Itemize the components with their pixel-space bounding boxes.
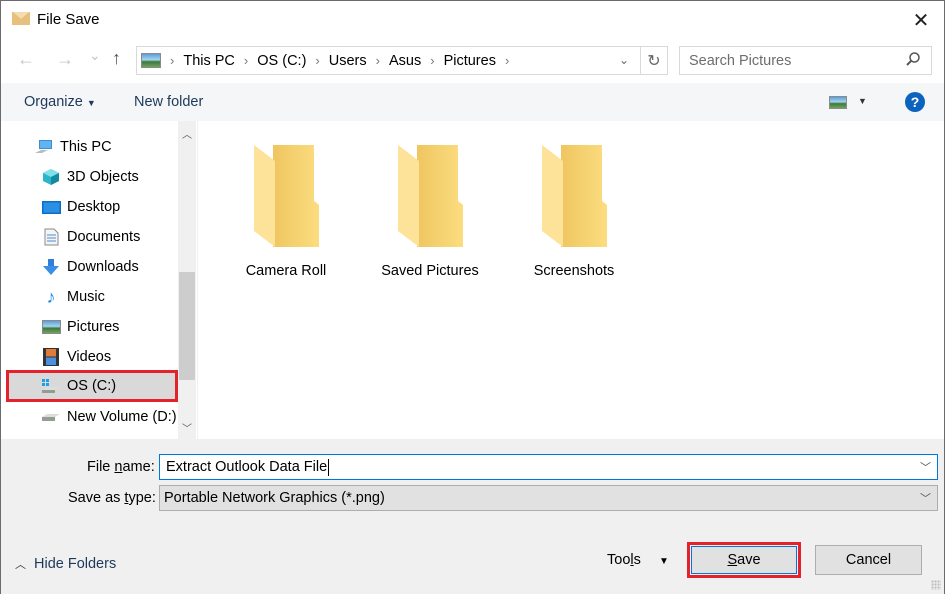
sidebar-item-label: Documents	[67, 229, 141, 245]
breadcrumb-separator[interactable]: ›	[505, 53, 509, 68]
breadcrumb-separator[interactable]: ›	[244, 53, 248, 68]
sidebar-item-3d-objects[interactable]: 3D Objects	[1, 162, 178, 192]
envelope-icon	[12, 12, 30, 25]
save-as-type-value: Portable Network Graphics (*.png)	[164, 490, 385, 506]
music-note-icon: ♪	[46, 286, 56, 307]
breadcrumb-separator[interactable]: ›	[315, 53, 319, 68]
sidebar-item-pictures[interactable]: Pictures	[1, 312, 178, 342]
organize-caret-icon: ▼	[86, 98, 96, 108]
navigation-pane: This PC 3D Objects Desktop Documents Dow…	[1, 121, 178, 439]
sidebar-item-os-c[interactable]: OS (C:)	[6, 370, 178, 402]
folder-icon	[542, 145, 607, 247]
search-input[interactable]: Search Pictures	[679, 46, 932, 75]
pictures-location-icon	[141, 53, 161, 68]
breadcrumb-asus[interactable]: Asus	[389, 53, 421, 69]
sidebar-item-videos[interactable]: Videos	[1, 342, 178, 372]
folder-label: Screenshots	[533, 263, 615, 279]
breadcrumb-separator[interactable]: ›	[376, 53, 380, 68]
sidebar-item-downloads[interactable]: Downloads	[1, 252, 178, 282]
sidebar-item-label: New Volume (D:)	[67, 409, 177, 425]
scroll-up-icon[interactable]: ︿	[178, 124, 196, 142]
cancel-button[interactable]: Cancel	[815, 545, 922, 575]
file-name-value[interactable]: Extract Outlook Data File	[166, 459, 327, 475]
sidebar-item-this-pc[interactable]: This PC	[1, 132, 178, 162]
tools-button[interactable]: Tools	[607, 552, 641, 568]
file-name-input[interactable]: Extract Outlook Data File ﹀	[159, 454, 938, 480]
breadcrumb-separator[interactable]: ›	[430, 53, 434, 68]
resize-grip[interactable]	[931, 580, 941, 590]
search-icon[interactable]	[905, 51, 921, 71]
folder-label: Saved Pictures	[381, 263, 479, 279]
windows-drive-icon	[41, 377, 61, 395]
sidebar-item-new-volume-d[interactable]: New Volume (D:)	[1, 402, 178, 432]
new-folder-button[interactable]: New folder	[134, 94, 203, 110]
film-strip-icon	[41, 348, 61, 366]
folder-icon	[398, 145, 463, 247]
view-options-caret-icon[interactable]: ▼	[858, 96, 867, 106]
folder-icon	[254, 145, 319, 247]
folder-item-saved-pictures[interactable]: Saved Pictures	[365, 143, 495, 279]
documents-icon	[41, 228, 61, 246]
sidebar-item-label: Pictures	[67, 319, 120, 335]
save-as-type-label: Save as type:	[68, 490, 156, 506]
breadcrumb-users[interactable]: Users	[329, 53, 367, 69]
download-arrow-icon	[41, 258, 61, 276]
hide-folders-label: Hide Folders	[34, 556, 117, 572]
save-button[interactable]: Save	[687, 542, 801, 578]
command-bar: Organize ▼ New folder ▼	[1, 83, 944, 121]
forward-arrow-icon[interactable]: →	[56, 49, 74, 70]
address-bar[interactable]: › This PC › OS (C:) › Users › Asus › Pic…	[136, 46, 668, 75]
address-dropdown-icon[interactable]: ⌄	[619, 53, 629, 67]
pictures-icon	[41, 318, 61, 336]
scrollbar-thumb[interactable]	[179, 272, 195, 380]
title-bar: File Save ✕	[1, 1, 944, 39]
save-as-type-dropdown-icon[interactable]: ﹀	[920, 490, 931, 506]
breadcrumb-this-pc[interactable]: This PC	[183, 53, 235, 69]
refresh-icon[interactable]: ↻	[640, 47, 667, 74]
sidebar-item-documents[interactable]: Documents	[1, 222, 178, 252]
sidebar-item-desktop[interactable]: Desktop	[1, 192, 178, 222]
folder-item-camera-roll[interactable]: Camera Roll	[221, 143, 351, 279]
sidebar-item-label: Videos	[67, 349, 112, 365]
recent-locations-icon[interactable]: ⌄	[89, 47, 101, 64]
close-button[interactable]: ✕	[898, 1, 944, 39]
help-button[interactable]: ?	[905, 92, 925, 112]
hide-folders-button[interactable]: ︿ Hide Folders	[15, 556, 116, 572]
sidebar-item-label: OS (C:)	[67, 378, 117, 394]
sidebar-scrollbar[interactable]: ︿ ﹀	[178, 121, 196, 439]
sidebar-item-label: This PC	[60, 139, 112, 155]
file-save-dialog: File Save ✕ ← → ⌄ ↑ › This PC › OS (C:) …	[0, 0, 945, 594]
window-title: File Save	[37, 11, 100, 28]
scroll-down-icon[interactable]: ﹀	[178, 418, 196, 436]
chevron-up-icon: ︿	[15, 559, 26, 571]
file-name-label: File name:	[87, 459, 155, 475]
folder-item-screenshots[interactable]: Screenshots	[509, 143, 639, 279]
search-placeholder: Search Pictures	[689, 52, 792, 69]
organize-label: Organize	[24, 94, 83, 110]
up-arrow-icon[interactable]: ↑	[112, 48, 121, 69]
back-arrow-icon[interactable]: ←	[17, 49, 35, 70]
sidebar-item-label: 3D Objects	[67, 169, 139, 185]
breadcrumb-os-c[interactable]: OS (C:)	[257, 53, 306, 69]
computer-icon	[34, 138, 54, 156]
change-view-icon[interactable]	[829, 96, 847, 109]
tools-caret-icon[interactable]: ▼	[659, 556, 669, 567]
breadcrumb-pictures[interactable]: Pictures	[444, 53, 496, 69]
text-cursor	[328, 458, 330, 476]
sidebar-item-music[interactable]: ♪ Music	[1, 282, 178, 312]
breadcrumb-separator[interactable]: ›	[170, 53, 174, 68]
sidebar-item-label: Downloads	[67, 259, 139, 275]
drive-icon	[41, 408, 61, 426]
file-list: Camera Roll Saved Pictures Screenshots	[197, 121, 944, 439]
sidebar-item-label: Music	[67, 289, 105, 305]
folder-label: Camera Roll	[245, 263, 327, 279]
sidebar-item-label: Desktop	[67, 199, 121, 215]
file-name-dropdown-icon[interactable]: ﹀	[920, 459, 931, 475]
3d-objects-icon	[41, 168, 61, 186]
desktop-icon	[41, 198, 61, 216]
organize-button[interactable]: Organize ▼	[24, 94, 96, 110]
save-as-type-select[interactable]: Portable Network Graphics (*.png) ﹀	[159, 485, 938, 511]
